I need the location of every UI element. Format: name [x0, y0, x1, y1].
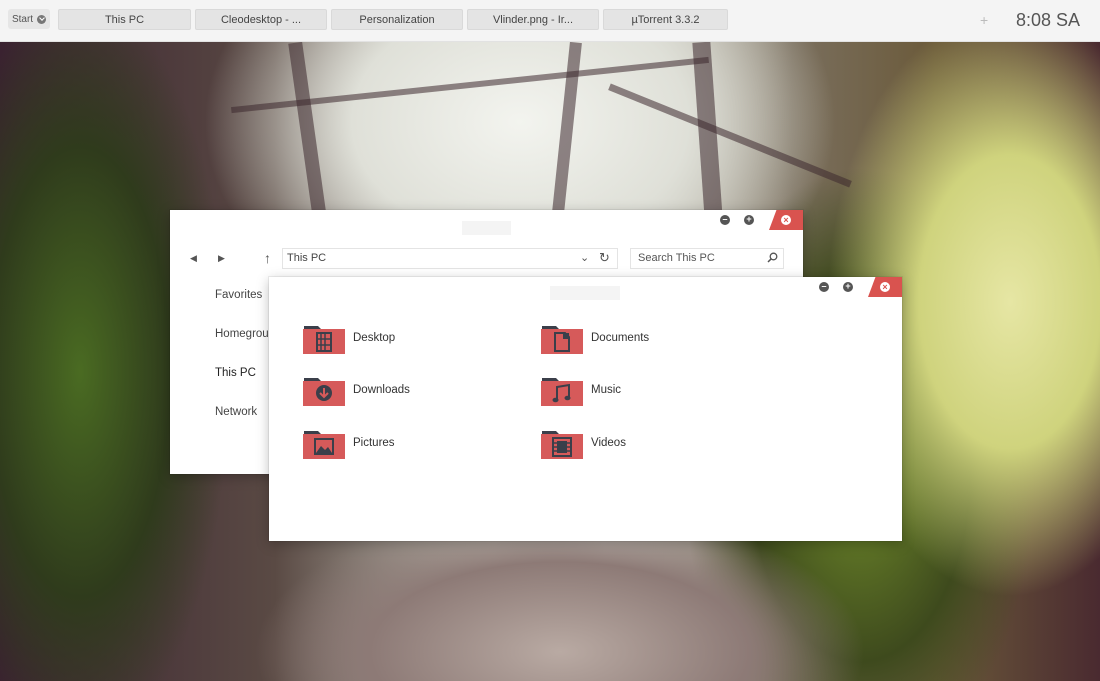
maximize-button[interactable]: +: [843, 281, 853, 292]
sidebar-item-favorites[interactable]: Favorites: [215, 289, 262, 301]
taskbar-item-cleodesktop[interactable]: Cleodesktop - ...: [195, 9, 327, 30]
documents-folder-icon: [541, 326, 583, 354]
start-label: Start: [11, 13, 34, 25]
music-folder-icon: [541, 378, 583, 406]
taskbar-item-label: µTorrent 3.3.2: [631, 13, 700, 26]
start-button[interactable]: Start: [8, 9, 50, 29]
folder-label: Desktop: [353, 332, 396, 344]
folder-videos[interactable]: Videos: [541, 427, 626, 459]
taskbar-item-this-pc[interactable]: This PC: [58, 9, 191, 30]
up-arrow-icon[interactable]: ↑: [264, 250, 271, 266]
taskbar-item-vlinder[interactable]: Vlinder.png - Ir...: [467, 9, 599, 30]
library-title: [550, 286, 620, 300]
explorer-title: [462, 221, 511, 235]
address-bar[interactable]: This PC ⌄ ↻: [282, 248, 618, 269]
maximize-button[interactable]: +: [744, 214, 754, 225]
close-icon: ×: [781, 215, 791, 225]
sidebar-item-network[interactable]: Network: [215, 406, 257, 418]
close-icon: ×: [880, 282, 890, 292]
search-placeholder: Search This PC: [638, 252, 715, 264]
minimize-button[interactable]: –: [720, 214, 730, 225]
taskbar: Start This PC Cleodesktop - ... Personal…: [0, 0, 1100, 42]
taskbar-item-label: Personalization: [359, 13, 435, 26]
taskbar-item-label: Cleodesktop - ...: [220, 13, 302, 26]
folder-music[interactable]: Music: [541, 374, 621, 406]
chevron-down-icon[interactable]: ⌄: [580, 251, 589, 264]
tray-add-icon[interactable]: +: [980, 12, 988, 28]
downloads-folder-icon: [303, 378, 345, 406]
library-window: [269, 277, 902, 541]
folder-desktop[interactable]: Desktop: [303, 322, 395, 354]
taskbar-item-label: Vlinder.png - Ir...: [492, 13, 574, 26]
refresh-icon[interactable]: ↻: [599, 250, 610, 266]
folder-label: Videos: [591, 437, 626, 449]
forward-arrow-icon[interactable]: ▶: [218, 253, 225, 264]
back-arrow-icon[interactable]: ◀: [190, 253, 197, 264]
sidebar-item-homegroup[interactable]: Homegroup: [215, 328, 275, 340]
videos-folder-icon: [541, 431, 583, 459]
folder-downloads[interactable]: Downloads: [303, 374, 410, 406]
folder-label: Documents: [591, 332, 650, 344]
folder-label: Music: [591, 384, 622, 396]
pictures-folder-icon: [303, 431, 345, 459]
taskbar-item-utorrent[interactable]: µTorrent 3.3.2: [603, 9, 728, 30]
taskbar-item-personalization[interactable]: Personalization: [331, 9, 463, 30]
folder-pictures[interactable]: Pictures: [303, 427, 395, 459]
search-icon[interactable]: [767, 252, 778, 263]
minimize-button[interactable]: –: [819, 281, 829, 292]
address-text: This PC: [287, 252, 327, 264]
taskbar-item-label: This PC: [104, 13, 145, 26]
search-input[interactable]: Search This PC: [630, 248, 784, 269]
sidebar-item-this-pc[interactable]: This PC: [215, 367, 256, 379]
desktop-folder-icon: [303, 326, 345, 354]
folder-label: Pictures: [353, 437, 395, 449]
folder-label: Downloads: [353, 384, 410, 396]
start-chevron-icon: [37, 14, 47, 24]
folder-documents[interactable]: Documents: [541, 322, 649, 354]
clock[interactable]: 8:08 SA: [1016, 10, 1080, 31]
